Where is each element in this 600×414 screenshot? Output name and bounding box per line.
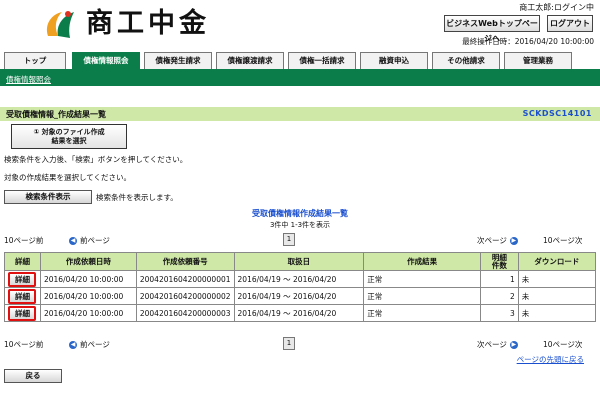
col-created: 作成依頼日時 <box>39 252 137 271</box>
tab-claim-issue[interactable]: 債権発生請求 <box>144 52 212 69</box>
col-result: 作成結果 <box>363 252 482 271</box>
item-count-cell: 2 <box>480 287 519 305</box>
detail-cell: 詳細 <box>4 304 41 322</box>
result-cell: 正常 <box>363 304 482 322</box>
sub-navigation: 債権情報照会 <box>0 72 600 86</box>
request-number-cell: 2004201604200000002 <box>135 287 235 305</box>
page-number-button[interactable]: 1 <box>283 233 295 246</box>
item-count-cell: 3 <box>480 304 519 322</box>
back-to-top-link[interactable]: ページの先頭に戻る <box>517 354 584 365</box>
download-cell: 未 <box>517 304 597 322</box>
request-number-cell: 2004201604200000001 <box>135 270 235 288</box>
table-header-row: 詳細 作成依頼日時 作成依頼番号 取扱日 作成結果 明細 件数 ダウンロード <box>4 252 597 271</box>
table-row: 詳細 2016/04/20 10:00:00 20042016042000000… <box>4 287 597 305</box>
tab-loan-application[interactable]: 融資申込 <box>360 52 428 69</box>
brand-logo: 商工中金 <box>40 6 210 42</box>
detail-button[interactable]: 詳細 <box>8 305 37 321</box>
result-cell: 正常 <box>363 287 482 305</box>
pager-bottom: 10ページ前 ◀ 前ページ 1 次ページ ▶ 10ページ次 <box>0 337 600 351</box>
results-title: 受取債権情報作成結果一覧 <box>252 209 348 218</box>
period-cell: 2016/04/19 ～ 2016/04/20 <box>233 270 365 288</box>
prev-10-pages: 10ページ前 <box>4 340 44 349</box>
tab-other-requests[interactable]: その他請求 <box>432 52 500 69</box>
download-cell: 未 <box>517 287 597 305</box>
next-10-pages: 10ページ次 <box>543 340 583 349</box>
arrow-right-icon: ▶ <box>509 340 518 349</box>
logout-button[interactable]: ログアウト <box>547 15 593 32</box>
created-cell: 2016/04/20 10:00:00 <box>39 304 137 322</box>
tab-claim-transfer[interactable]: 債権譲渡請求 <box>216 52 284 69</box>
page-title-bar: 受取債権情報_作成結果一覧 SCKDSC14101 <box>0 107 600 121</box>
table-row: 詳細 2016/04/20 10:00:00 20042016042000000… <box>4 304 597 322</box>
page-number-button[interactable]: 1 <box>283 337 295 350</box>
search-conditions-note: 検索条件を表示します。 <box>96 193 178 202</box>
arrow-right-icon: ▶ <box>509 236 518 245</box>
col-item-count: 明細 件数 <box>480 252 519 271</box>
item-count-cell: 1 <box>480 270 519 288</box>
brand-name: 商工中金 <box>86 8 210 39</box>
page-title: 受取債権情報_作成結果一覧 <box>6 110 106 119</box>
header: 商工中金 商工太郎:ログイン中 ビジネスWebトップページへ ログアウト 最終操… <box>0 0 600 46</box>
main-tabs: トップ 債権情報照会 債権発生請求 債権譲渡請求 債権一括請求 融資申込 その他… <box>0 52 600 72</box>
next-page-label: 次ページ <box>477 236 507 245</box>
step-indicator: ① 対象のファイル作成 結果を選択 <box>11 124 127 149</box>
prev-page-link[interactable]: ◀ 前ページ <box>66 235 110 246</box>
detail-button[interactable]: 詳細 <box>8 288 37 304</box>
next-page-link[interactable]: 次ページ ▶ <box>477 339 521 350</box>
show-search-conditions-button[interactable]: 検索条件表示 <box>4 190 92 204</box>
next-page-link[interactable]: 次ページ ▶ <box>477 235 521 246</box>
result-cell: 正常 <box>363 270 482 288</box>
table-row: 詳細 2016/04/20 10:00:00 20042016042000000… <box>4 270 597 288</box>
col-download: ダウンロード <box>517 252 597 271</box>
last-operation-time: 最終操作日時：2016/04/20 10:00:00 <box>462 37 594 46</box>
pager-top: 10ページ前 ◀ 前ページ 1 次ページ ▶ 10ページ次 <box>0 233 600 247</box>
web-top-button[interactable]: ビジネスWebトップページへ <box>444 15 540 43</box>
results-count: 3件中 1-3件を表示 <box>269 221 331 229</box>
tab-claim-bulk[interactable]: 債権一括請求 <box>288 52 356 69</box>
back-button[interactable]: 戻る <box>4 369 62 383</box>
detail-cell: 詳細 <box>4 270 41 288</box>
detail-button[interactable]: 詳細 <box>8 271 37 287</box>
results-table: 詳細 作成依頼日時 作成依頼番号 取扱日 作成結果 明細 件数 ダウンロード 詳細… <box>4 252 597 322</box>
step-line-1: ① 対象のファイル作成 <box>33 128 105 136</box>
tab-top[interactable]: トップ <box>4 52 66 69</box>
tab-claim-inquiry[interactable]: 債権情報照会 <box>72 52 140 71</box>
step-line-2: 結果を選択 <box>51 137 87 145</box>
detail-cell: 詳細 <box>4 287 41 305</box>
logo-mark-icon <box>40 6 80 42</box>
col-item-count-l2: 件数 <box>491 260 507 270</box>
screen-code: SCKDSC14101 <box>522 109 592 118</box>
instruction-select: 対象の作成結果を選択してください。 <box>4 173 132 182</box>
col-request-number: 作成依頼番号 <box>135 252 235 271</box>
period-cell: 2016/04/19 ～ 2016/04/20 <box>233 304 365 322</box>
user-status: 商工太郎:ログイン中 <box>519 3 594 12</box>
next-page-label: 次ページ <box>477 340 507 349</box>
prev-10-pages: 10ページ前 <box>4 236 44 245</box>
next-10-pages: 10ページ次 <box>543 236 583 245</box>
arrow-left-icon: ◀ <box>69 340 77 349</box>
tab-admin[interactable]: 管理業務 <box>504 52 572 69</box>
subnav-claim-inquiry-link[interactable]: 債権情報照会 <box>6 74 51 85</box>
created-cell: 2016/04/20 10:00:00 <box>39 287 137 305</box>
request-number-cell: 2004201604200000003 <box>135 304 235 322</box>
prev-page-label: 前ページ <box>80 340 110 349</box>
instruction-search: 検索条件を入力後、「検索」ボタンを押してください。 <box>4 155 188 164</box>
created-cell: 2016/04/20 10:00:00 <box>39 270 137 288</box>
prev-page-link[interactable]: ◀ 前ページ <box>66 339 110 350</box>
prev-page-label: 前ページ <box>80 236 110 245</box>
col-detail: 詳細 <box>4 252 41 271</box>
period-cell: 2016/04/19 ～ 2016/04/20 <box>233 287 365 305</box>
download-cell: 未 <box>517 270 597 288</box>
col-period: 取扱日 <box>233 252 365 271</box>
arrow-left-icon: ◀ <box>69 236 77 245</box>
